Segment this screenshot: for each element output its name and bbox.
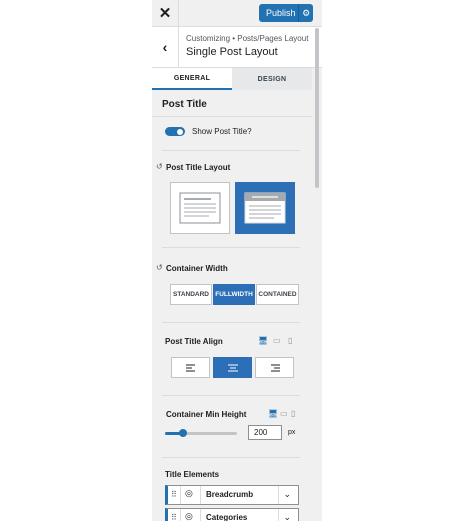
hide-eye-icon[interactable]: ◎ xyxy=(185,488,193,499)
title-element-name: Breadcrumb xyxy=(206,490,254,499)
container-min-height-label: Container Min Height xyxy=(166,410,247,419)
min-height-slider[interactable] xyxy=(165,429,237,437)
layout-option-above[interactable] xyxy=(235,182,295,234)
chevron-down-icon[interactable]: ⌄ xyxy=(283,489,291,500)
desktop-icon[interactable]: 🖥 xyxy=(258,336,268,345)
divider xyxy=(162,150,300,151)
title-element-row[interactable]: ⠿ ◎ Categories ⌄ xyxy=(165,508,299,521)
customizer-topbar: ✕ Publish ⚙ xyxy=(152,0,322,27)
divider xyxy=(278,509,279,521)
divider xyxy=(152,116,312,117)
desktop-icon[interactable]: 🖥 xyxy=(268,409,278,418)
divider xyxy=(162,247,300,248)
align-center-icon xyxy=(227,364,238,371)
tab-general[interactable]: GENERAL xyxy=(152,68,232,90)
drag-handle-icon[interactable]: ⠿ xyxy=(171,490,177,499)
mobile-icon[interactable]: ▯ xyxy=(288,336,292,345)
post-title-layout-label: Post Title Layout xyxy=(166,163,231,172)
chevron-down-icon[interactable]: ⌄ xyxy=(283,512,291,521)
slider-handle[interactable] xyxy=(179,429,187,437)
gear-icon[interactable]: ⚙ xyxy=(298,4,313,22)
back-icon[interactable]: ‹ xyxy=(152,27,179,67)
post-title-heading: Post Title xyxy=(162,99,207,110)
post-title-align-label: Post Title Align xyxy=(165,337,223,346)
mobile-icon[interactable]: ▯ xyxy=(291,409,295,418)
align-left-button[interactable] xyxy=(171,357,210,378)
divider xyxy=(162,395,300,396)
width-fullwidth-button[interactable]: FULLWIDTH xyxy=(213,284,255,305)
title-element-row[interactable]: ⠿ ◎ Breadcrumb ⌄ xyxy=(165,485,299,505)
divider xyxy=(200,486,201,504)
tablet-icon[interactable]: ▭ xyxy=(273,336,281,345)
tab-bar: GENERAL DESIGN xyxy=(152,68,312,90)
tab-design[interactable]: DESIGN xyxy=(232,68,312,90)
hide-eye-icon[interactable]: ◎ xyxy=(185,511,193,521)
customizer-panel: ✕ Publish ⚙ ‹ Customizing • Posts/Pages … xyxy=(152,0,322,521)
breadcrumb: Customizing • Posts/Pages Layout xyxy=(186,34,309,43)
width-contained-button[interactable]: CONTAINED xyxy=(256,284,299,305)
width-standard-button[interactable]: STANDARD xyxy=(170,284,212,305)
divider xyxy=(162,457,300,458)
show-post-title-label: Show Post Title? xyxy=(192,127,252,136)
layout-above-icon xyxy=(244,192,286,224)
reset-icon[interactable]: ↺ xyxy=(156,162,163,171)
divider xyxy=(200,509,201,521)
container-width-label: Container Width xyxy=(166,264,228,273)
align-right-button[interactable] xyxy=(255,357,294,378)
divider xyxy=(180,486,181,504)
title-elements-label: Title Elements xyxy=(165,470,220,479)
layout-option-normal[interactable] xyxy=(170,182,230,234)
tablet-icon[interactable]: ▭ xyxy=(280,409,288,418)
divider xyxy=(162,322,300,323)
section-header: ‹ Customizing • Posts/Pages Layout Singl… xyxy=(152,27,322,68)
divider xyxy=(278,486,279,504)
publish-button[interactable]: Publish ⚙ xyxy=(259,4,313,22)
divider xyxy=(180,509,181,521)
show-post-title-toggle[interactable] xyxy=(165,127,185,136)
min-height-input[interactable] xyxy=(248,425,282,440)
scrollbar[interactable] xyxy=(315,28,319,188)
align-left-icon xyxy=(185,364,195,371)
title-element-name: Categories xyxy=(206,513,248,521)
align-right-icon xyxy=(270,364,280,371)
align-center-button[interactable] xyxy=(213,357,252,378)
reset-icon[interactable]: ↺ xyxy=(156,263,163,272)
close-icon[interactable]: ✕ xyxy=(152,0,179,26)
page-title: Single Post Layout xyxy=(186,46,278,58)
publish-label: Publish xyxy=(266,8,296,18)
unit-label: px xyxy=(288,429,296,436)
layout-normal-icon xyxy=(179,192,221,224)
drag-handle-icon[interactable]: ⠿ xyxy=(171,513,177,521)
